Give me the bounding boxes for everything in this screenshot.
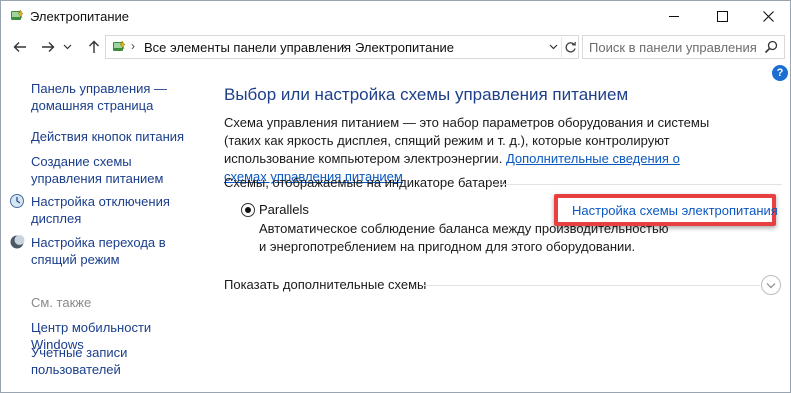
sleep-moon-icon [9, 234, 25, 250]
breadcrumb-power-options[interactable]: Электропитание [355, 40, 454, 55]
close-button[interactable] [745, 1, 790, 31]
show-more-plans-label[interactable]: Показать дополнительные схемы [224, 277, 426, 292]
page-title: Выбор или настройка схемы управления пит… [224, 85, 629, 104]
navigation-bar: › Все элементы панели управления › Элект… [1, 31, 790, 63]
plan-settings-link[interactable]: Настройка схемы электропитания [572, 203, 778, 218]
plans-group-label: Схемы, отображаемые на индикаторе батаре… [224, 175, 507, 190]
nav-link-display-off-settings[interactable]: Настройка отключения дисплея [31, 193, 201, 227]
nav-link-user-accounts[interactable]: Учетные записи пользователей [31, 344, 201, 378]
back-button[interactable] [10, 37, 30, 57]
minimize-button[interactable] [651, 1, 697, 31]
title-bar: Электропитание [1, 1, 790, 31]
nav-link-control-panel-home[interactable]: Панель управления — домашняя страница [31, 80, 201, 114]
recent-locations-chevron-icon[interactable] [61, 37, 73, 57]
highlight-box: Настройка схемы электропитания [554, 194, 778, 226]
left-nav-pane: Панель управления — домашняя страница Де… [1, 63, 206, 392]
refresh-icon[interactable] [561, 37, 579, 57]
up-button[interactable] [84, 37, 104, 57]
divider [492, 184, 782, 185]
search-placeholder[interactable]: Поиск в панели управления [589, 40, 757, 55]
window-title: Электропитание [30, 9, 129, 24]
power-options-window: Электропитание › Все элементы панели упр… [0, 0, 791, 393]
nav-link-sleep-settings[interactable]: Настройка перехода в спящий режим [31, 234, 201, 268]
control-panel-icon [111, 39, 127, 55]
nav-link-create-power-plan[interactable]: Создание схемы управления питанием [31, 153, 201, 187]
forward-button[interactable] [38, 37, 58, 57]
nav-link-power-button-actions[interactable]: Действия кнопок питания [31, 128, 201, 145]
expand-chevron-icon[interactable] [761, 275, 781, 295]
search-icon[interactable] [764, 40, 778, 54]
address-bar[interactable]: › Все элементы панели управления › Элект… [105, 35, 579, 59]
plan-radio-button[interactable] [241, 203, 255, 217]
breadcrumb-separator-icon[interactable]: › [342, 39, 346, 53]
breadcrumb-separator-icon[interactable]: › [131, 39, 135, 53]
plan-name[interactable]: Parallels [259, 202, 309, 217]
search-box[interactable]: Поиск в панели управления [582, 35, 785, 59]
breadcrumb-all-control-panel-items[interactable]: Все элементы панели управления [144, 40, 351, 55]
display-off-icon [9, 193, 25, 209]
maximize-button[interactable] [699, 1, 745, 31]
see-also-heading: См. также [31, 295, 92, 310]
radio-selected-dot [245, 207, 251, 213]
main-content: Выбор или настройка схемы управления пит… [206, 63, 790, 392]
address-dropdown-icon[interactable] [546, 39, 560, 55]
power-options-icon [9, 8, 25, 24]
divider [422, 285, 760, 286]
